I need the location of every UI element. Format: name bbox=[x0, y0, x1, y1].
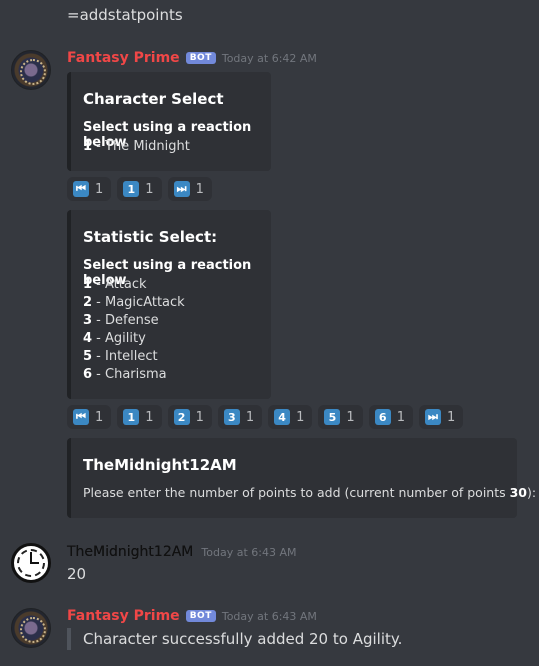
reaction-count: 1 bbox=[245, 409, 255, 425]
fast-forward-icon: ⏭ bbox=[424, 409, 441, 425]
embed-description: Please enter the number of points to add… bbox=[83, 485, 537, 500]
reaction-4[interactable]: 41 bbox=[268, 405, 313, 429]
keycap-1-icon: 1 bbox=[123, 181, 140, 197]
embed-option: 1 - Attack bbox=[83, 277, 147, 292]
reaction-bar: ⏮ 1 11 21 31 41 51 61 ⏭ 1 bbox=[67, 405, 464, 429]
message-header: Fantasy Prime BOT Today at 6:42 AM bbox=[67, 50, 317, 66]
reaction-count: 1 bbox=[145, 409, 154, 425]
embed-option-list: 1 - Attack 2 - MagicAttack 3 - Defense 4… bbox=[83, 276, 185, 384]
reaction-count: 1 bbox=[145, 181, 154, 197]
user-avatar[interactable] bbox=[11, 543, 51, 583]
reaction-6[interactable]: 61 bbox=[368, 405, 413, 429]
reaction-fast-forward[interactable]: ⏭ 1 bbox=[418, 405, 464, 429]
embed-option: 4 - Agility bbox=[83, 331, 146, 346]
embed-option: 5 - Intellect bbox=[83, 349, 158, 364]
rewind-icon: ⏮ bbox=[73, 181, 89, 197]
reaction-1[interactable]: 11 bbox=[117, 405, 162, 429]
embed-option: 6 - Charisma bbox=[83, 367, 167, 382]
keycap-5-icon: 5 bbox=[324, 409, 341, 425]
reaction-count: 1 bbox=[396, 409, 405, 425]
timestamp: Today at 6:43 AM bbox=[201, 545, 297, 559]
fast-forward-icon: ⏭ bbox=[173, 181, 190, 197]
embed-option: 1 - The Midnight bbox=[83, 139, 190, 154]
author-name[interactable]: Fantasy Prime bbox=[67, 608, 180, 624]
keycap-2-icon: 2 bbox=[173, 409, 190, 425]
reaction-rewind[interactable]: ⏮ 1 bbox=[67, 405, 112, 429]
reaction-fast-forward[interactable]: ⏭ 1 bbox=[167, 177, 212, 201]
reaction-count: 1 bbox=[195, 409, 204, 425]
reaction-rewind[interactable]: ⏮ 1 bbox=[67, 177, 112, 201]
reaction-bar: ⏮ 1 11 ⏭ 1 bbox=[67, 177, 212, 201]
reaction-count: 1 bbox=[95, 181, 104, 197]
reaction-count: 1 bbox=[95, 409, 104, 425]
message-text: 20 bbox=[67, 565, 87, 583]
embed-title: Statistic Select: bbox=[83, 228, 218, 246]
reaction-count: 1 bbox=[195, 181, 204, 197]
character-select-embed: Character Select Select using a reaction… bbox=[67, 72, 271, 171]
reaction-3[interactable]: 31 bbox=[217, 405, 263, 429]
author-name[interactable]: TheMidnight12AM bbox=[67, 544, 193, 560]
reaction-count: 1 bbox=[446, 409, 456, 425]
keycap-1-icon: 1 bbox=[123, 409, 140, 425]
embed-title: TheMidnight12AM bbox=[83, 456, 237, 474]
rewind-icon: ⏮ bbox=[73, 409, 89, 425]
bot-avatar[interactable] bbox=[11, 50, 51, 90]
bot-avatar[interactable] bbox=[11, 608, 51, 648]
timestamp: Today at 6:42 AM bbox=[221, 51, 317, 65]
points-prompt-embed: TheMidnight12AM Please enter the number … bbox=[67, 438, 536, 518]
command-message-text: =addstatpoints bbox=[67, 6, 183, 24]
bot-badge: BOT bbox=[185, 610, 216, 622]
reaction-count: 1 bbox=[346, 409, 355, 425]
bot-badge: BOT bbox=[185, 52, 216, 64]
keycap-6-icon: 6 bbox=[374, 409, 391, 425]
reaction-1[interactable]: 11 bbox=[117, 177, 162, 201]
message-header: TheMidnight12AM Today at 6:43 AM bbox=[67, 544, 296, 560]
embed-option: 2 - MagicAttack bbox=[83, 295, 185, 310]
reaction-2[interactable]: 21 bbox=[167, 405, 212, 429]
keycap-4-icon: 4 bbox=[274, 409, 291, 425]
timestamp: Today at 6:43 AM bbox=[221, 609, 317, 623]
keycap-3-icon: 3 bbox=[223, 409, 240, 425]
statistic-select-embed: Statistic Select: Select using a reactio… bbox=[67, 210, 271, 399]
message-header: Fantasy Prime BOT Today at 6:43 AM bbox=[67, 608, 317, 624]
reaction-5[interactable]: 51 bbox=[318, 405, 363, 429]
quote-block: Character successfully added 20 to Agili… bbox=[67, 628, 402, 650]
reaction-count: 1 bbox=[296, 409, 305, 425]
embed-option: 3 - Defense bbox=[83, 313, 159, 328]
embed-title: Character Select bbox=[83, 90, 224, 108]
author-name[interactable]: Fantasy Prime bbox=[67, 50, 180, 66]
